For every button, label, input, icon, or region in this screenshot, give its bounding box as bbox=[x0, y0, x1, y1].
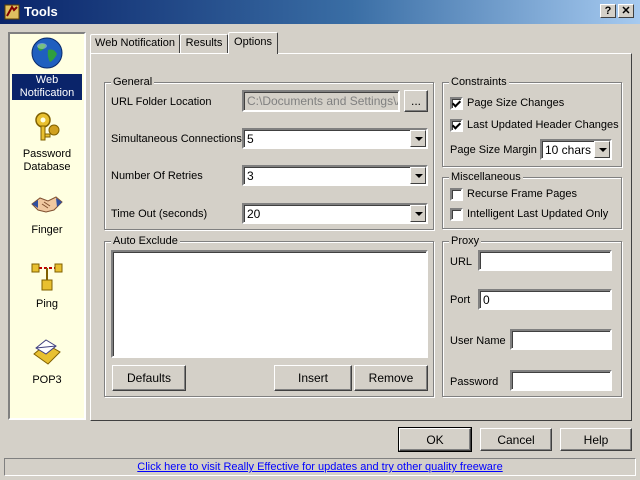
retries-label: Number Of Retries bbox=[111, 170, 203, 182]
group-title: Constraints bbox=[449, 75, 509, 89]
retries-select[interactable]: 3 bbox=[242, 165, 428, 186]
margin-label: Page Size Margin bbox=[450, 144, 537, 156]
proxy-user-input[interactable] bbox=[510, 329, 612, 350]
url-folder-input[interactable]: C:\Documents and Settings\Ad bbox=[242, 90, 400, 112]
sidebar-item-label: POP3 bbox=[32, 374, 62, 386]
sidebar-item-label: Ping bbox=[35, 298, 59, 310]
insert-button[interactable]: Insert bbox=[274, 365, 352, 391]
cancel-button[interactable]: Cancel bbox=[480, 428, 552, 451]
proxy-user-label: User Name bbox=[450, 335, 506, 347]
connections-label: Simultaneous Connections bbox=[111, 133, 242, 145]
remove-button[interactable]: Remove bbox=[354, 365, 428, 391]
last-updated-checkbox[interactable] bbox=[450, 119, 463, 132]
keys-icon bbox=[35, 112, 60, 141]
sidebar-item-password-database[interactable]: Password Database bbox=[12, 110, 82, 174]
group-title: General bbox=[111, 75, 155, 89]
margin-select[interactable]: 10 chars bbox=[540, 139, 612, 160]
title-bar[interactable]: Tools ? ✕ bbox=[0, 0, 640, 24]
recurse-checkbox[interactable] bbox=[450, 188, 463, 201]
page-size-label: Page Size Changes bbox=[467, 97, 565, 109]
tab-options[interactable]: Options bbox=[228, 32, 278, 54]
tab-results[interactable]: Results bbox=[180, 34, 228, 53]
timeout-label: Time Out (seconds) bbox=[111, 208, 208, 220]
sidebar-item-ping[interactable]: Ping bbox=[12, 260, 82, 311]
timeout-select[interactable]: 20 bbox=[242, 203, 428, 224]
sidebar-item-web-notification[interactable]: Web Notification bbox=[12, 36, 82, 100]
mail-icon bbox=[33, 339, 61, 365]
tools-sidebar: Web Notification Password Database Finge… bbox=[8, 32, 86, 420]
chevron-down-icon[interactable] bbox=[410, 167, 426, 184]
misc-group: Miscellaneous bbox=[442, 170, 622, 229]
intelligent-label: Intelligent Last Updated Only bbox=[467, 208, 609, 220]
margin-value: 10 chars bbox=[545, 143, 592, 157]
ok-button[interactable]: OK bbox=[398, 427, 472, 452]
chevron-down-icon[interactable] bbox=[410, 205, 426, 222]
chevron-down-icon[interactable] bbox=[410, 130, 426, 147]
browse-button[interactable]: ... bbox=[404, 90, 428, 112]
sidebar-item-pop3[interactable]: POP3 bbox=[12, 336, 82, 387]
timeout-value: 20 bbox=[247, 207, 261, 221]
tab-web-notification[interactable]: Web Notification bbox=[90, 34, 180, 53]
sidebar-item-label: Password Database bbox=[22, 148, 72, 173]
title-close-button[interactable]: ✕ bbox=[618, 4, 634, 18]
last-updated-label: Last Updated Header Changes bbox=[467, 119, 619, 131]
recurse-label: Recurse Frame Pages bbox=[467, 188, 578, 200]
handshake-icon bbox=[31, 196, 63, 213]
window-title: Tools bbox=[24, 4, 58, 19]
retries-value: 3 bbox=[247, 169, 254, 183]
chevron-down-icon[interactable] bbox=[594, 141, 610, 158]
app-icon bbox=[4, 4, 20, 20]
group-title: Miscellaneous bbox=[449, 170, 523, 184]
defaults-button[interactable]: Defaults bbox=[112, 365, 186, 391]
group-title: Proxy bbox=[449, 234, 482, 248]
proxy-port-input[interactable]: 0 bbox=[478, 289, 612, 310]
url-folder-label: URL Folder Location bbox=[111, 96, 212, 108]
intelligent-checkbox[interactable] bbox=[450, 208, 463, 221]
proxy-password-input[interactable] bbox=[510, 370, 612, 391]
sidebar-item-finger[interactable]: Finger bbox=[12, 186, 82, 237]
title-help-button[interactable]: ? bbox=[600, 4, 616, 18]
proxy-url-input[interactable] bbox=[478, 250, 612, 271]
globe-icon bbox=[31, 37, 63, 69]
status-bar: Click here to visit Really Effective for… bbox=[4, 458, 636, 476]
connections-value: 5 bbox=[247, 132, 254, 146]
proxy-port-label: Port bbox=[450, 294, 471, 306]
page-size-checkbox[interactable] bbox=[450, 97, 463, 110]
group-title: Auto Exclude bbox=[111, 234, 180, 248]
sidebar-item-label: Web Notification bbox=[12, 74, 82, 100]
proxy-password-label: Password bbox=[450, 376, 499, 388]
website-link[interactable]: Click here to visit Really Effective for… bbox=[137, 461, 502, 473]
help-button[interactable]: Help bbox=[560, 428, 632, 451]
auto-exclude-list[interactable] bbox=[111, 250, 428, 358]
sidebar-item-label: Finger bbox=[31, 224, 63, 236]
network-icon bbox=[31, 263, 63, 291]
connections-select[interactable]: 5 bbox=[242, 128, 428, 149]
proxy-url-label: URL bbox=[450, 256, 473, 268]
